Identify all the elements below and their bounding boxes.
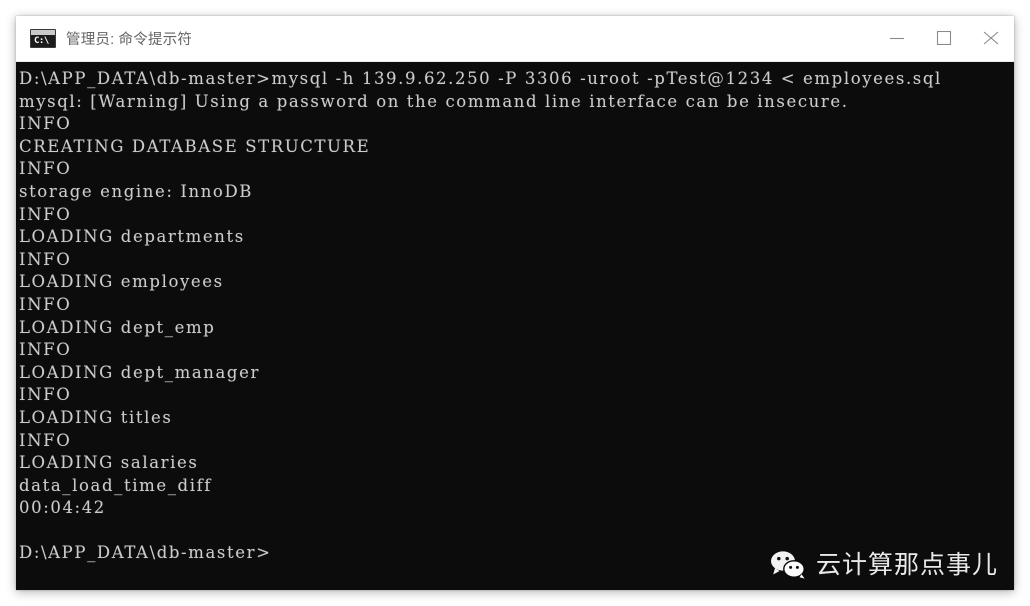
window-title-bar[interactable]: C:\ 管理员: 命令提示符 bbox=[16, 16, 1014, 62]
terminal-line: mysql: [Warning] Using a password on the… bbox=[19, 91, 849, 111]
terminal-line: D:\APP_DATA\db-master>mysql -h 139.9.62.… bbox=[19, 69, 942, 88]
terminal-line: LOADING employees bbox=[19, 272, 224, 292]
close-icon bbox=[983, 31, 998, 45]
terminal-line: 00:04:42 bbox=[19, 498, 106, 518]
window-title: 管理员: 命令提示符 bbox=[66, 32, 193, 48]
terminal-line: INFO bbox=[19, 114, 72, 134]
terminal-line: INFO bbox=[19, 430, 72, 450]
terminal-line: LOADING departments bbox=[19, 227, 245, 247]
cmd-console-icon: C:\ bbox=[30, 29, 56, 48]
terminal-line: data_load_time_diff bbox=[19, 475, 212, 495]
terminal-line: INFO bbox=[19, 159, 72, 179]
terminal-output-area[interactable]: D:\APP_DATA\db-master>mysql -h 139.9.62.… bbox=[16, 62, 1014, 590]
terminal-line: LOADING dept_emp bbox=[19, 317, 216, 337]
terminal-line: LOADING salaries bbox=[19, 453, 199, 473]
terminal-line: CREATING DATABASE STRUCTURE bbox=[19, 136, 371, 156]
terminal-line: INFO bbox=[19, 385, 72, 405]
terminal-line: INFO bbox=[19, 340, 72, 360]
terminal-line: INFO bbox=[19, 249, 72, 269]
maximize-button[interactable] bbox=[920, 16, 967, 61]
minimize-button[interactable] bbox=[873, 16, 920, 61]
terminal-line: D:\APP_DATA\db-master> bbox=[19, 543, 272, 563]
cmd-icon-titlebar-stripe bbox=[31, 30, 55, 35]
terminal-text: D:\APP_DATA\db-master>mysql -h 139.9.62.… bbox=[19, 68, 942, 565]
window-controls bbox=[873, 16, 1014, 62]
terminal-line: LOADING titles bbox=[19, 407, 173, 427]
cmd-icon-prompt-glyph: C:\ bbox=[34, 36, 49, 46]
maximize-icon bbox=[936, 31, 951, 45]
close-button[interactable] bbox=[967, 16, 1014, 61]
terminal-line: LOADING dept_manager bbox=[19, 362, 260, 382]
screenshot-root: C:\ 管理员: 命令提示符 D:\APP_DATA\db-master>mys… bbox=[0, 0, 1030, 606]
terminal-line: storage engine: InnoDB bbox=[19, 181, 254, 201]
minimize-icon bbox=[889, 37, 904, 40]
terminal-line: INFO bbox=[19, 294, 72, 314]
title-bar-left: C:\ 管理员: 命令提示符 bbox=[16, 28, 873, 49]
terminal-line: INFO bbox=[19, 204, 72, 224]
command-prompt-window: C:\ 管理员: 命令提示符 D:\APP_DATA\db-master>mys… bbox=[16, 16, 1014, 590]
